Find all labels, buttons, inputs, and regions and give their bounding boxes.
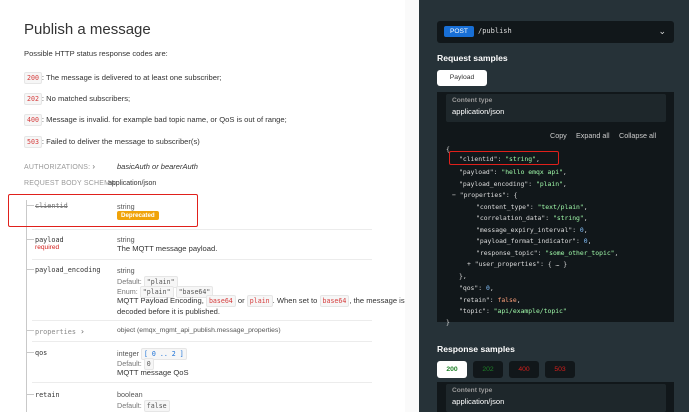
endpoint-selector[interactable]: POST /publish ⌄ bbox=[437, 21, 674, 43]
request-samples-title: Request samples bbox=[437, 53, 508, 63]
expand-all-button[interactable]: Expand all bbox=[576, 131, 610, 140]
param-properties[interactable]: properties › bbox=[35, 327, 85, 336]
json-line-topic: "topic": "api/example/topic" bbox=[459, 307, 567, 315]
tab-response-202[interactable]: 202 bbox=[473, 361, 503, 378]
tree-branch bbox=[26, 269, 34, 270]
json-line-payload: "payload": "hello emqx api", bbox=[459, 168, 567, 176]
chevron-right-icon: › bbox=[92, 162, 96, 171]
param-payload-encoding: payload_encoding bbox=[35, 266, 101, 274]
json-line-correlation: "correlation_data": "string", bbox=[476, 214, 588, 222]
chevron-down-icon: ⌄ bbox=[658, 26, 666, 36]
param-qos: qos bbox=[35, 349, 48, 357]
method-badge: POST bbox=[444, 26, 474, 37]
json-line-content-type: "content_type": "text/plain", bbox=[476, 203, 588, 211]
highlight-box-json-clientid bbox=[449, 151, 559, 165]
json-line-qos: "qos": 0, bbox=[459, 284, 494, 292]
tab-response-503[interactable]: 503 bbox=[545, 361, 575, 378]
content-type-label: Content type bbox=[452, 97, 493, 104]
json-line-encoding: "payload_encoding": "plain", bbox=[459, 180, 567, 188]
param-payload: payload bbox=[35, 236, 64, 244]
response-content-type-label: Content type bbox=[452, 387, 493, 394]
tree-branch bbox=[26, 352, 34, 353]
responses-intro: Possible HTTP status response codes are: bbox=[24, 49, 168, 58]
page-title: Publish a message bbox=[24, 21, 151, 38]
tree-branch bbox=[26, 239, 34, 240]
copy-button[interactable]: Copy bbox=[550, 131, 567, 140]
divider bbox=[32, 229, 372, 230]
divider bbox=[32, 320, 372, 321]
schema-value: application/json bbox=[108, 180, 157, 187]
code-503: 503 bbox=[24, 136, 42, 148]
panel-divider bbox=[405, 0, 419, 412]
schema-label: REQUEST BODY SCHEMA: bbox=[24, 180, 118, 187]
chevron-right-icon: › bbox=[80, 327, 85, 336]
content-type-value: application/json bbox=[452, 107, 505, 116]
authorizations-value: basicAuth or bearerAuth bbox=[117, 162, 198, 171]
tree-branch bbox=[26, 330, 34, 331]
param-payload-encoding-desc-2: decoded before it is published. bbox=[117, 307, 221, 316]
tab-response-200[interactable]: 200 bbox=[437, 361, 467, 378]
collapse-all-button[interactable]: Collapse all bbox=[619, 131, 656, 140]
expand-toggle[interactable]: + bbox=[467, 260, 471, 268]
json-line-expiry: "message_expiry_interval": 0, bbox=[476, 226, 588, 234]
tab-payload[interactable]: Payload bbox=[437, 70, 487, 86]
response-202: 202: No matched subscribers; bbox=[24, 93, 130, 105]
endpoint-path: /publish bbox=[478, 27, 512, 35]
tree-branch bbox=[26, 394, 34, 395]
code-202: 202 bbox=[24, 93, 42, 105]
param-qos-desc: MQTT message QoS bbox=[117, 368, 189, 377]
highlight-box-clientid bbox=[8, 194, 198, 227]
response-200: 200: The message is delivered to at leas… bbox=[24, 72, 222, 84]
response-503: 503: Failed to deliver the message to su… bbox=[24, 136, 200, 148]
divider bbox=[32, 341, 372, 342]
param-payload-encoding-type: string bbox=[117, 266, 135, 275]
authorizations-label[interactable]: AUTHORIZATIONS: › bbox=[24, 162, 95, 171]
response-400: 400: Message is invalid. for example bad… bbox=[24, 114, 287, 126]
tab-response-400[interactable]: 400 bbox=[509, 361, 539, 378]
samples-panel: POST /publish ⌄ Request samples Payload … bbox=[419, 0, 689, 412]
required-label: required bbox=[35, 244, 60, 251]
json-close: } bbox=[446, 318, 450, 326]
param-retain: retain bbox=[35, 391, 60, 399]
response-samples-title: Response samples bbox=[437, 344, 515, 354]
json-line-response-topic: "response_topic": "some_other_topic", bbox=[476, 249, 619, 257]
divider bbox=[32, 382, 372, 383]
json-line-retain: "retain": false, bbox=[459, 296, 521, 304]
param-payload-desc: The MQTT message payload. bbox=[117, 244, 218, 253]
json-line-properties: − "properties": { bbox=[452, 191, 518, 199]
api-docs-panel: Publish a message Possible HTTP status r… bbox=[0, 0, 405, 412]
json-line-user-props: + "user_properties": { … } bbox=[467, 260, 568, 268]
param-retain-default: Default: false bbox=[117, 400, 170, 412]
json-line-format: "payload_format_indicator": 0, bbox=[476, 237, 592, 245]
response-content-type-value: application/json bbox=[452, 397, 505, 406]
collapse-toggle[interactable]: − bbox=[452, 191, 456, 199]
param-properties-type: object (emqx_mgmt_api_publish.message_pr… bbox=[117, 327, 281, 334]
divider bbox=[32, 259, 372, 260]
json-line-props-close: }, bbox=[459, 272, 467, 280]
code-400: 400 bbox=[24, 114, 42, 126]
param-retain-type: boolean bbox=[117, 390, 143, 399]
tree-line bbox=[26, 200, 27, 412]
code-200: 200 bbox=[24, 72, 42, 84]
